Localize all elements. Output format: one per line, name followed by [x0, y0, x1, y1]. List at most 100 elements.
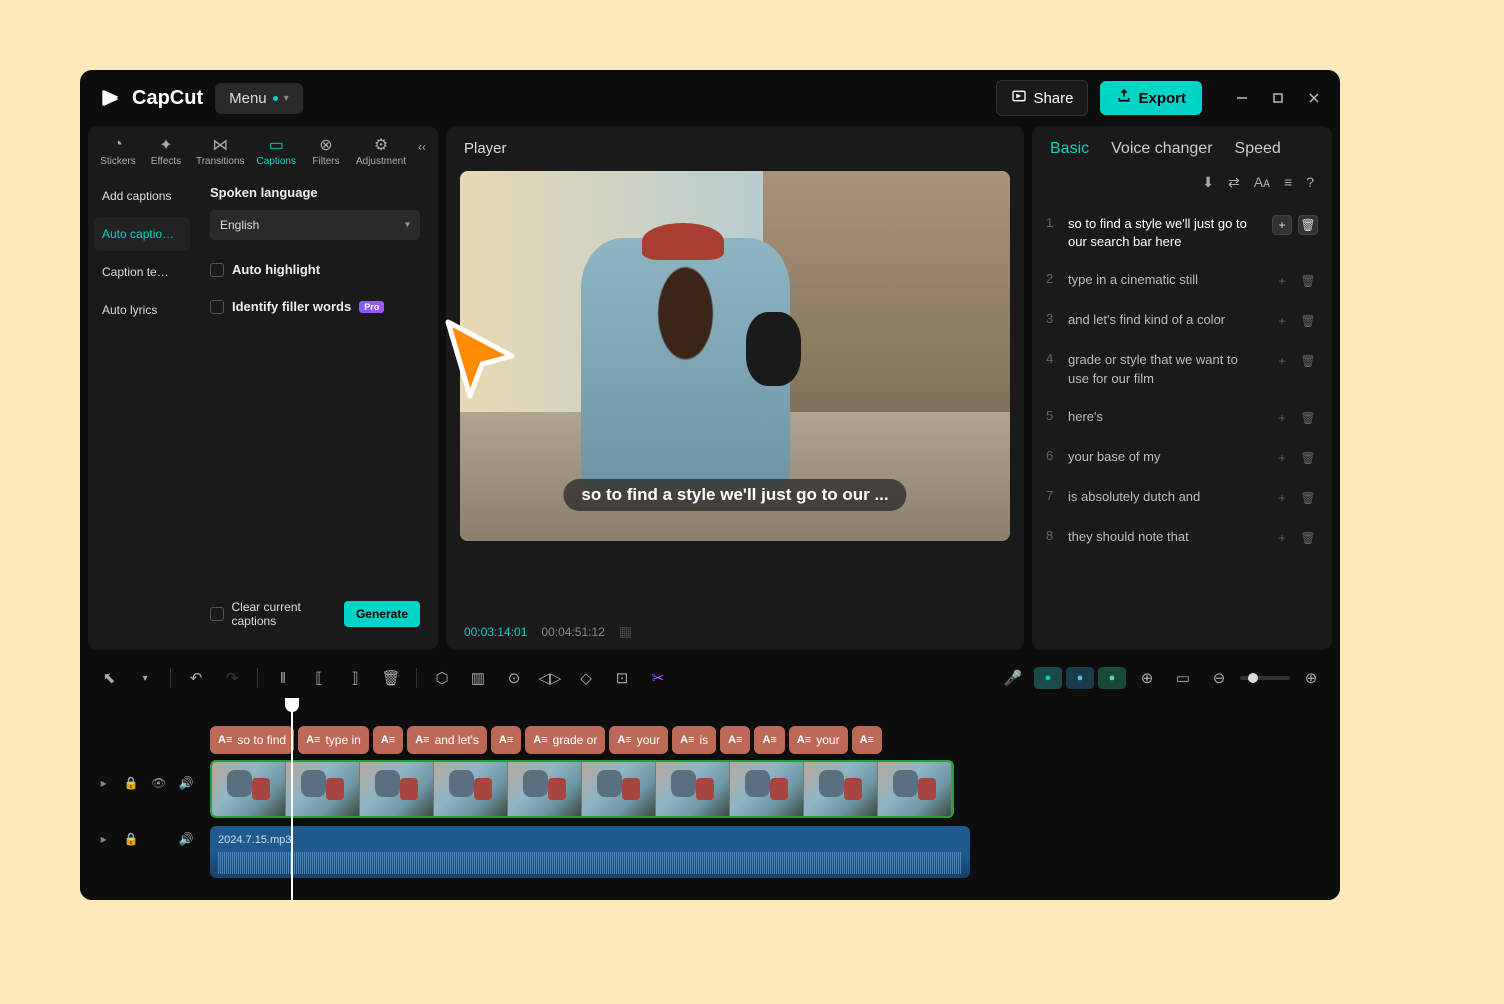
caption-clip[interactable]: A≡type in	[298, 726, 369, 754]
playhead[interactable]	[291, 698, 293, 900]
track-toggle-icon[interactable]: ▸	[94, 772, 114, 794]
export-button[interactable]: Export	[1100, 81, 1202, 115]
caption-clip[interactable]: A≡is	[672, 726, 716, 754]
track-toggle-icon[interactable]: ▸	[94, 828, 114, 850]
menu-button[interactable]: Menu ▾	[215, 83, 303, 114]
minimize-button[interactable]	[1234, 90, 1250, 106]
zoom-in-icon[interactable]: ⊕	[1296, 664, 1326, 692]
record-icon[interactable]: ▭	[1168, 664, 1198, 692]
generate-button[interactable]: Generate	[344, 601, 420, 627]
zoom-out-icon[interactable]: ⊖	[1204, 664, 1234, 692]
caption-clip[interactable]: A≡	[720, 726, 750, 754]
tab-effects[interactable]: ✦ Effects	[144, 132, 188, 171]
caption-item[interactable]: 1 so to find a style we'll just go to ou…	[1042, 205, 1322, 261]
delete-caption-icon[interactable]: 🗑	[1298, 408, 1318, 428]
collapse-icon[interactable]: ‹‹	[414, 132, 430, 162]
list-icon[interactable]: ≡	[1284, 174, 1292, 191]
sidebar-item-caption-templates[interactable]: Caption te…	[94, 255, 190, 289]
sidebar-item-auto-lyrics[interactable]: Auto lyrics	[94, 293, 190, 327]
tab-basic[interactable]: Basic	[1050, 140, 1089, 158]
caption-item[interactable]: 5 here's + 🗑	[1042, 398, 1322, 438]
play-circle-icon[interactable]: ⊙	[499, 664, 529, 692]
delete-caption-icon[interactable]: 🗑	[1298, 271, 1318, 291]
crop-icon[interactable]: ⊡	[607, 664, 637, 692]
pro-tool-icon[interactable]: ✂	[643, 664, 673, 692]
caption-clip[interactable]: A≡	[373, 726, 403, 754]
delete-caption-icon[interactable]: 🗑	[1298, 311, 1318, 331]
caption-clip[interactable]: A≡and let's	[407, 726, 487, 754]
close-button[interactable]	[1306, 90, 1322, 106]
add-caption-icon[interactable]: +	[1272, 448, 1292, 468]
delete-caption-icon[interactable]: 🗑	[1298, 351, 1318, 371]
add-caption-icon[interactable]: +	[1272, 351, 1292, 371]
grid-icon[interactable]: ▦	[619, 623, 630, 640]
eye-icon[interactable]: 👁	[149, 772, 169, 794]
marker-color-badge[interactable]: ●	[1034, 667, 1062, 689]
help-icon[interactable]: ?	[1306, 174, 1314, 191]
caption-clip[interactable]: A≡	[491, 726, 521, 754]
add-caption-icon[interactable]: +	[1272, 408, 1292, 428]
auto-highlight-checkbox[interactable]	[210, 263, 224, 277]
sidebar-item-add-captions[interactable]: Add captions	[94, 179, 190, 213]
tab-speed[interactable]: Speed	[1235, 140, 1281, 158]
translate-icon[interactable]: ⇄	[1228, 174, 1240, 191]
mic-icon[interactable]: 🎤	[998, 664, 1028, 692]
delete-caption-icon[interactable]: 🗑	[1298, 215, 1318, 235]
zoom-slider[interactable]	[1240, 676, 1290, 680]
split-icon[interactable]: ‖	[268, 664, 298, 692]
download-icon[interactable]: ⬇	[1202, 174, 1214, 191]
format-icon[interactable]: Aᴀ	[1254, 174, 1270, 191]
tab-stickers[interactable]: ◔ Stickers	[96, 132, 140, 171]
rotate-icon[interactable]: ◇	[571, 664, 601, 692]
caption-clip[interactable]: A≡	[754, 726, 784, 754]
maximize-button[interactable]	[1270, 90, 1286, 106]
audio-clip[interactable]: 2024.7.15.mp3	[210, 826, 970, 878]
caption-clip[interactable]: A≡so to find	[210, 726, 294, 754]
marker-color-badge[interactable]: ●	[1098, 667, 1126, 689]
tab-filters[interactable]: ⊗ Filters	[304, 132, 348, 171]
undo-icon[interactable]: ↶	[181, 664, 211, 692]
redo-icon[interactable]: ↷	[217, 664, 247, 692]
caption-item[interactable]: 4 grade or style that we want to use for…	[1042, 341, 1322, 397]
delete-icon[interactable]: 🗑	[376, 664, 406, 692]
trim-left-icon[interactable]: ⟦	[304, 664, 334, 692]
audio-icon[interactable]: 🔊	[177, 828, 197, 850]
marker-color-badge[interactable]: ●	[1066, 667, 1094, 689]
timeline-tracks[interactable]: ✎ Cover A≡so to find A≡type in A≡ A≡and …	[210, 698, 1340, 900]
tab-voice-changer[interactable]: Voice changer	[1111, 140, 1212, 158]
share-button[interactable]: Share	[996, 80, 1088, 116]
caption-clip[interactable]: A≡grade or	[525, 726, 605, 754]
trim-right-icon[interactable]: ⟧	[340, 664, 370, 692]
audio-icon[interactable]: 🔊	[177, 772, 197, 794]
delete-caption-icon[interactable]: 🗑	[1298, 448, 1318, 468]
caption-clip[interactable]: A≡your	[789, 726, 848, 754]
language-select[interactable]: English	[210, 210, 420, 240]
pointer-tool-icon[interactable]: ⬉	[94, 664, 124, 692]
lock-icon[interactable]: 🔒	[122, 772, 142, 794]
tab-transitions[interactable]: ⋈ Transitions	[192, 132, 249, 171]
chevron-down-icon[interactable]: ▾	[130, 664, 160, 692]
caption-clip[interactable]: A≡	[852, 726, 882, 754]
align-icon[interactable]: ⊕	[1132, 664, 1162, 692]
add-caption-icon[interactable]: +	[1272, 271, 1292, 291]
delete-caption-icon[interactable]: 🗑	[1298, 528, 1318, 548]
caption-item[interactable]: 6 your base of my + 🗑	[1042, 438, 1322, 478]
tab-adjustment[interactable]: ⚙ Adjustment	[352, 132, 410, 171]
caption-item[interactable]: 7 is absolutely dutch and + 🗑	[1042, 478, 1322, 518]
video-clip[interactable]	[210, 760, 954, 818]
caption-clip[interactable]: A≡your	[609, 726, 668, 754]
tab-captions[interactable]: ▭ Captions	[253, 132, 300, 171]
add-caption-icon[interactable]: +	[1272, 215, 1292, 235]
delete-caption-icon[interactable]: 🗑	[1298, 488, 1318, 508]
caption-item[interactable]: 3 and let's find kind of a color + 🗑	[1042, 301, 1322, 341]
lock-icon[interactable]: 🔒	[122, 828, 142, 850]
columns-icon[interactable]: ▥	[463, 664, 493, 692]
mirror-icon[interactable]: ◁▷	[535, 664, 565, 692]
caption-item[interactable]: 8 they should note that + 🗑	[1042, 518, 1322, 558]
add-caption-icon[interactable]: +	[1272, 311, 1292, 331]
player-video[interactable]: so to find a style we'll just go to our …	[460, 171, 1010, 541]
sidebar-item-auto-captions[interactable]: Auto captio…	[94, 217, 190, 251]
shield-icon[interactable]: ⬡	[427, 664, 457, 692]
add-caption-icon[interactable]: +	[1272, 528, 1292, 548]
caption-item[interactable]: 2 type in a cinematic still + 🗑	[1042, 261, 1322, 301]
